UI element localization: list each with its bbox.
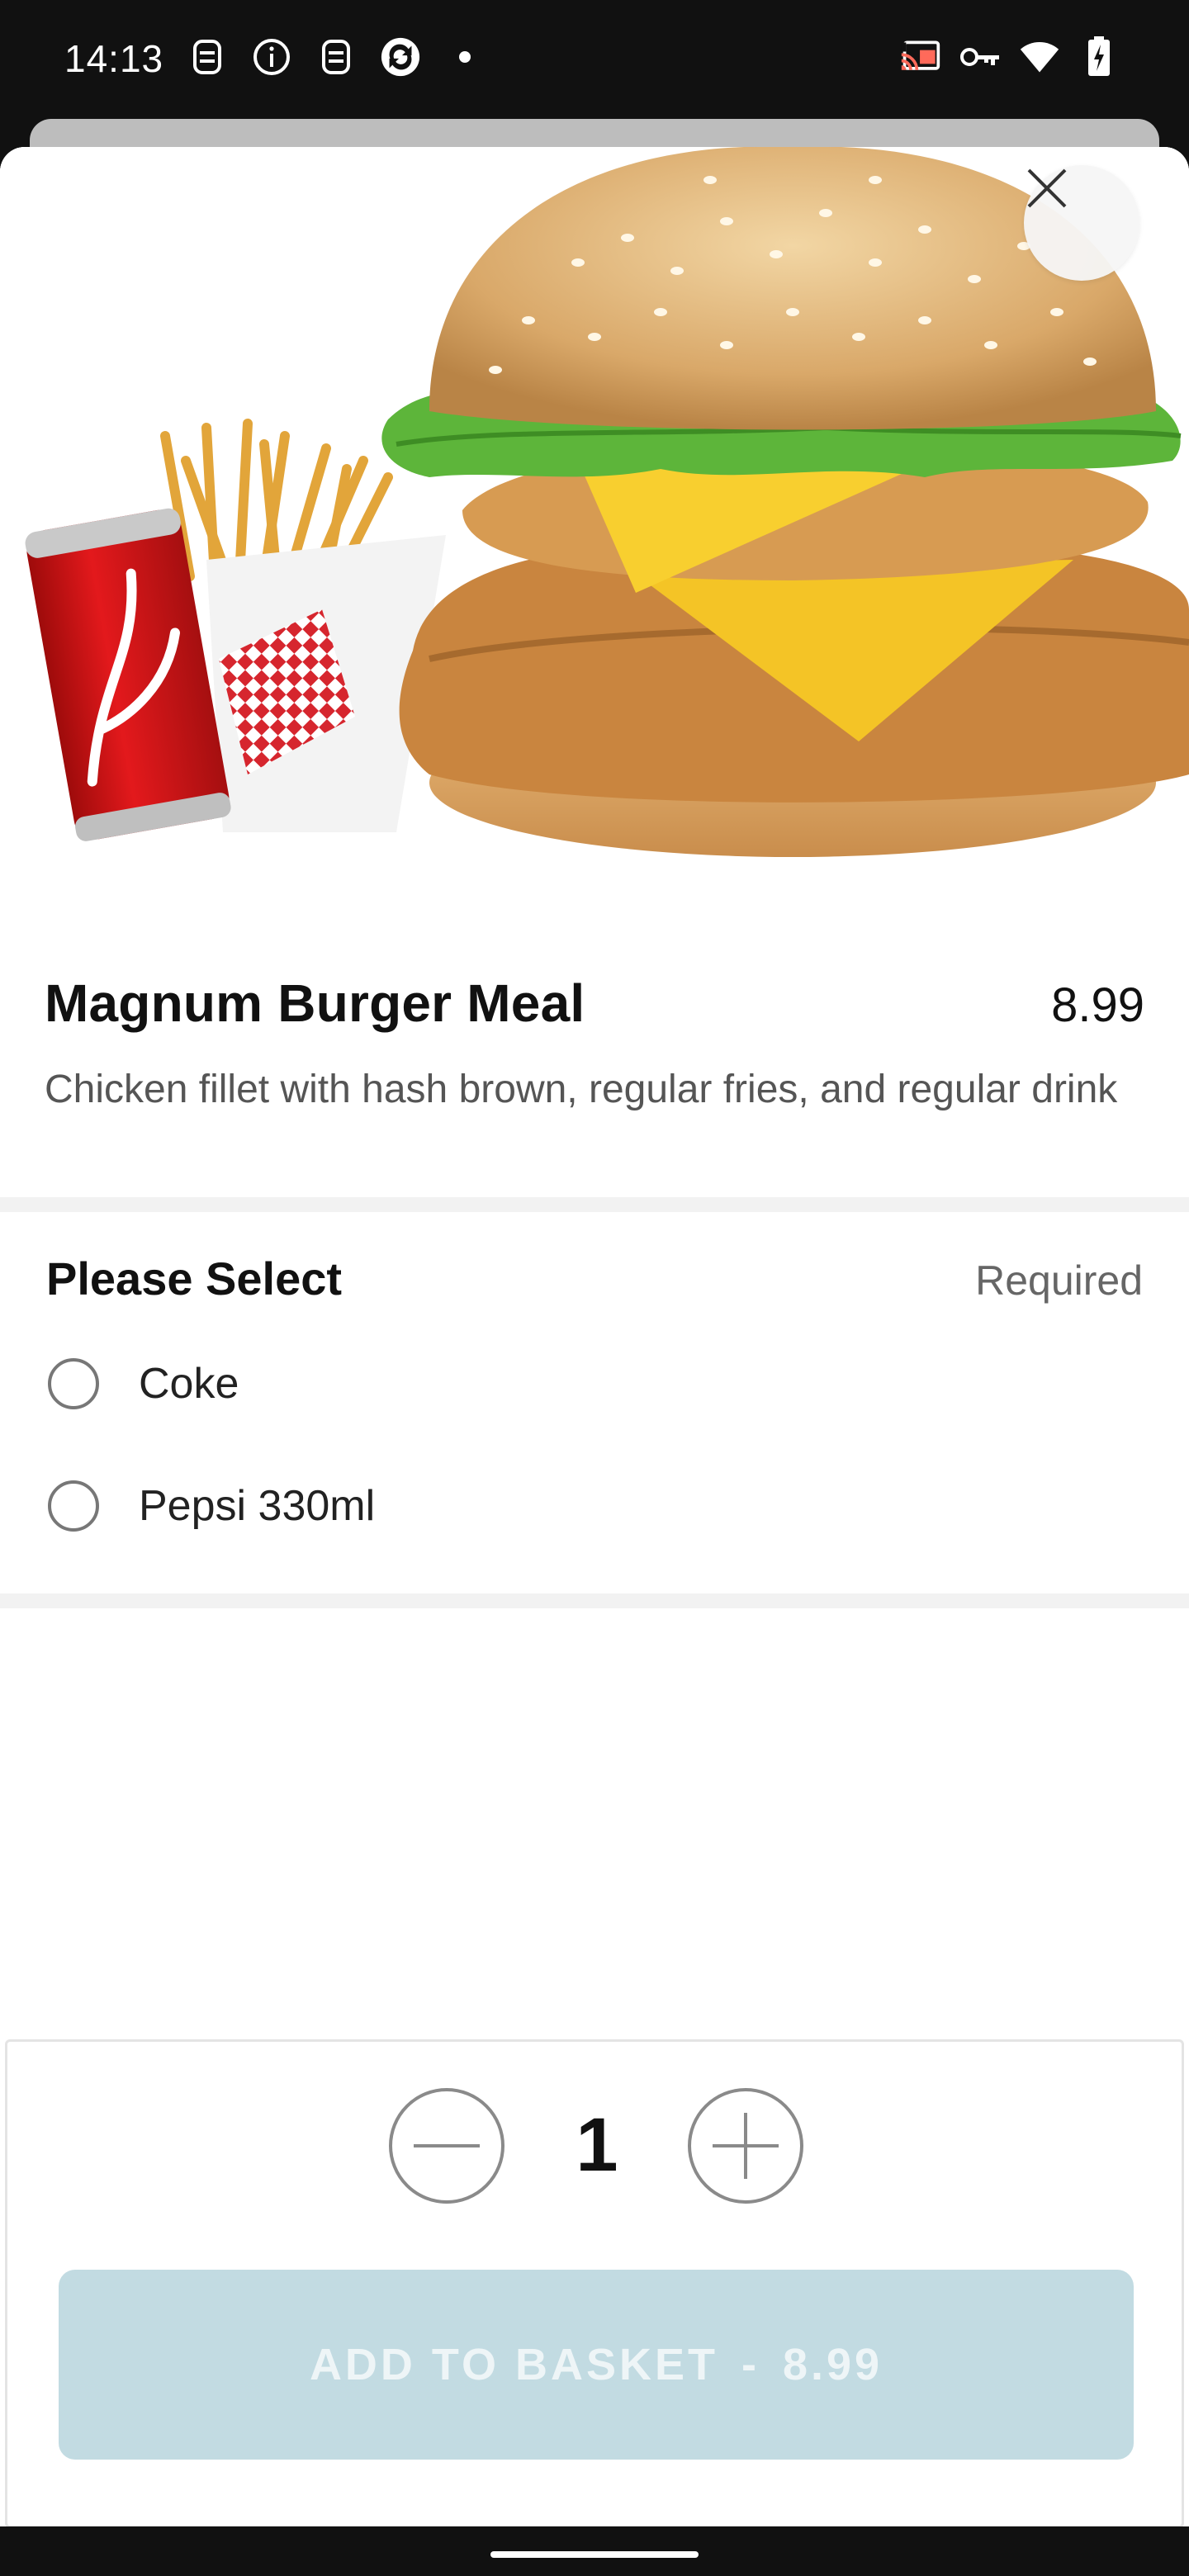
add-button-price: 8.99 (782, 2340, 883, 2389)
plus-icon (713, 2113, 779, 2179)
option-pepsi[interactable]: Pepsi 330ml (48, 1465, 1138, 1547)
notification-icon (315, 36, 357, 78)
option-section-header: Please Select Required (46, 1252, 1143, 1305)
item-description: Chicken fillet with hash brown, regular … (45, 1068, 1118, 1111)
section-title: Please Select (46, 1252, 343, 1305)
battery-charging-icon (1078, 36, 1120, 78)
info-icon (251, 36, 292, 78)
option-coke[interactable]: Coke (48, 1342, 1138, 1425)
navigation-bar (0, 2526, 1189, 2576)
vpn-key-icon (959, 36, 1001, 78)
add-button-label: ADD TO BASKET (309, 2340, 718, 2389)
increase-quantity-button[interactable] (688, 2088, 803, 2204)
wifi-icon (1019, 36, 1060, 78)
divider (0, 1197, 1189, 1212)
minus-icon (414, 2144, 480, 2147)
item-name: Magnum Burger Meal (45, 973, 585, 1033)
close-icon (1027, 168, 1067, 208)
status-icons-left (187, 36, 486, 78)
divider (0, 1593, 1189, 1608)
add-to-basket-button[interactable]: ADD TO BASKET - 8.99 (59, 2270, 1134, 2460)
quantity-value: 1 (576, 2103, 618, 2187)
item-title-row: Magnum Burger Meal 8.99 (45, 973, 1144, 1034)
notification-icon (187, 36, 228, 78)
meal-image (0, 147, 1189, 890)
option-label: Coke (139, 1360, 239, 1408)
radio-button[interactable] (48, 1358, 99, 1409)
status-icons-right (900, 36, 1120, 78)
radio-button[interactable] (48, 1480, 99, 1532)
close-button[interactable] (1024, 165, 1139, 281)
required-label: Required (975, 1257, 1143, 1304)
dot-icon (444, 36, 486, 78)
item-price: 8.99 (1051, 978, 1144, 1032)
add-button-separator: - (741, 2340, 760, 2389)
sync-app-icon (380, 36, 421, 78)
basket-panel: 1 ADD TO BASKET - 8.99 (5, 2039, 1184, 2528)
decrease-quantity-button[interactable] (389, 2088, 504, 2204)
home-indicator[interactable] (490, 2551, 699, 2558)
status-bar: 14:13 (0, 0, 1189, 119)
cast-icon (900, 36, 941, 78)
option-label: Pepsi 330ml (139, 1482, 376, 1530)
status-time: 14:13 (64, 37, 164, 80)
